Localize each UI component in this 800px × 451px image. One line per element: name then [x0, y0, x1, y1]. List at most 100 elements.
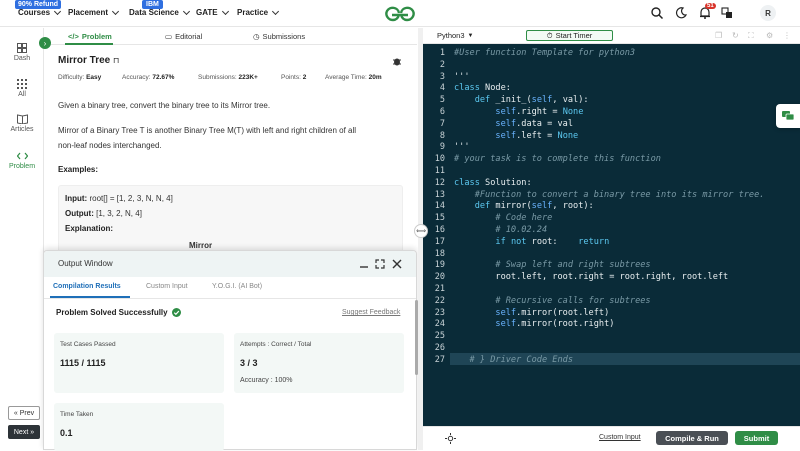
resize-handle-icon[interactable]: ⟺ — [414, 224, 428, 238]
line-number: 5 — [439, 95, 445, 106]
fullscreen-icon[interactable]: ⛶ — [748, 31, 754, 41]
code-line: self.left = None — [495, 130, 579, 141]
book-icon — [16, 114, 28, 124]
search-icon[interactable] — [650, 6, 664, 20]
chevron-down-icon — [53, 7, 62, 15]
line-number: 9 — [439, 142, 445, 153]
translate-icon[interactable] — [720, 6, 734, 20]
line-number: 20 — [434, 272, 445, 283]
test-cases-card: Test Cases Passed 1115 / 1115 — [54, 333, 224, 393]
copy-icon[interactable]: ❐ — [715, 31, 722, 40]
chevron-down-icon — [221, 7, 229, 15]
attempts-card: Attempts : Correct / Total 3 / 3 Accurac… — [234, 333, 404, 393]
page-title: Mirror Tree ⊓ — [58, 55, 120, 66]
examples-heading: Examples: — [58, 165, 99, 174]
chevron-down-icon — [272, 7, 280, 15]
line-number: 25 — [434, 331, 445, 342]
code-line: #User function Template for python3 — [454, 48, 636, 58]
rail-item-dash[interactable]: Dash — [0, 43, 44, 62]
code-area[interactable]: #User function Template for python3 ''' cl… — [454, 44, 800, 414]
nav-gate[interactable]: GATE — [196, 7, 229, 17]
example-explanation: Explanation: — [65, 224, 114, 233]
line-number: 26 — [434, 343, 445, 353]
line-number: 13 — [434, 189, 445, 200]
editor-toolbar: Python3 ▼ ⏱ Start Timer ❐ ↻ ⛶ ⚙ ⋮ — [423, 28, 800, 44]
gear-icon[interactable]: ⋮ — [783, 31, 791, 40]
custom-input-link[interactable]: Custom Input — [599, 434, 641, 441]
sun-icon[interactable] — [445, 433, 456, 444]
line-number: 10 — [434, 154, 445, 165]
line-number: 2 — [439, 59, 445, 70]
problem-description: Given a binary tree, convert the binary … — [58, 101, 271, 110]
start-timer-button[interactable]: ⏱ Start Timer — [526, 30, 613, 41]
tab-editorial[interactable]: ▭ Editorial — [165, 32, 202, 41]
code-line: # Recursive calls for subtrees — [454, 295, 651, 306]
problem-description-2a: Mirror of a Binary Tree T is another Bin… — [58, 126, 357, 135]
next-button[interactable]: Next » — [8, 425, 40, 439]
line-number: 27 — [434, 354, 445, 365]
nav-placement[interactable]: Placement — [68, 7, 120, 17]
top-navbar: 90% Refund IBM Courses Placement Data Sc… — [0, 0, 800, 27]
example-box: Input: root[] = [1, 2, 3, N, N, 4] Outpu… — [58, 185, 403, 255]
rail-item-all[interactable]: All — [0, 79, 44, 98]
bookmark-icon[interactable]: ⊓ — [113, 56, 119, 65]
tab-custom-input[interactable]: Custom Input — [146, 283, 188, 290]
apps-icon — [17, 79, 27, 89]
collapse-toggle[interactable]: › — [39, 37, 51, 49]
language-select[interactable]: Python3 ▼ — [437, 31, 473, 40]
reset-icon[interactable]: ↻ — [732, 31, 739, 40]
tab-problem[interactable]: </> Problem — [68, 32, 112, 41]
status-message: Problem Solved Successfully — [56, 308, 181, 317]
code-line: self.data = val — [495, 118, 574, 129]
minimize-icon[interactable] — [358, 258, 370, 270]
example-output: Output: [1, 3, 2, N, 4] — [65, 209, 142, 218]
chevron-down-icon — [111, 7, 120, 15]
code-line: # your task is to complete this function — [454, 154, 661, 165]
check-circle-icon — [171, 308, 181, 317]
code-line: class Node: — [454, 83, 511, 94]
meta-avg-time: Average Time: 20m — [325, 74, 382, 81]
moon-icon[interactable] — [674, 6, 688, 20]
code-line: def _init_(self, val): — [474, 95, 589, 106]
close-icon[interactable] — [391, 258, 403, 270]
meta-difficulty: Difficulty: Easy — [58, 74, 102, 81]
nav-data-science[interactable]: Data Science — [129, 7, 190, 17]
code-line: # 10.02.24 — [454, 225, 548, 235]
line-number: 15 — [434, 213, 445, 224]
rail-item-problem[interactable]: Problem — [0, 151, 44, 170]
chat-button[interactable] — [776, 104, 800, 128]
line-number: 12 — [434, 177, 445, 188]
rail-item-articles[interactable]: Articles — [0, 114, 44, 133]
suggest-feedback-link[interactable]: Suggest Feedback — [342, 309, 400, 316]
line-number: 17 — [434, 236, 445, 247]
settings-icon[interactable]: ⚙ — [766, 31, 773, 40]
tab-compilation-results[interactable]: Compilation Results — [53, 283, 121, 290]
expand-icon[interactable] — [374, 258, 386, 270]
clock-icon: ◷ — [253, 32, 260, 41]
tab-yogi-bot[interactable]: Y.O.G.I. (AI Bot) — [212, 283, 262, 290]
active-tab-indicator — [65, 43, 113, 45]
left-rail: Dash All Articles Problem « Prev Next » — [0, 28, 44, 450]
line-number: 7 — [439, 118, 445, 129]
tab-submissions[interactable]: ◷ Submissions — [253, 32, 305, 41]
submit-button[interactable]: Submit — [735, 431, 778, 445]
line-number: 21 — [434, 284, 445, 294]
bug-icon[interactable] — [392, 56, 402, 66]
nav-practice[interactable]: Practice — [237, 7, 280, 17]
prev-button[interactable]: « Prev — [8, 406, 40, 420]
example-input: Input: root[] = [1, 2, 3, N, N, 4] — [65, 194, 173, 203]
output-window: Output Window Compilation Results Custom… — [43, 250, 417, 451]
line-number: 11 — [434, 166, 445, 176]
code-editor: Python3 ▼ ⏱ Start Timer ❐ ↻ ⛶ ⚙ ⋮ 12345678… — [423, 28, 800, 450]
code-line: # Swap left and right subtrees — [454, 260, 651, 271]
nav-courses[interactable]: Courses — [18, 7, 62, 17]
time-taken-card: Time Taken 0.1 — [54, 403, 224, 451]
code-line: self.mirror(root.right) — [495, 319, 615, 330]
line-number: 4 — [439, 83, 445, 94]
gfg-logo[interactable] — [384, 3, 416, 23]
chevron-down-icon — [182, 7, 190, 15]
meta-submissions: Submissions: 223K+ — [198, 74, 258, 81]
problem-tabs: </> Problem ▭ Editorial ◷ Submissions — [45, 28, 417, 45]
compile-run-button[interactable]: Compile & Run — [656, 431, 728, 445]
avatar[interactable]: R — [760, 5, 776, 21]
